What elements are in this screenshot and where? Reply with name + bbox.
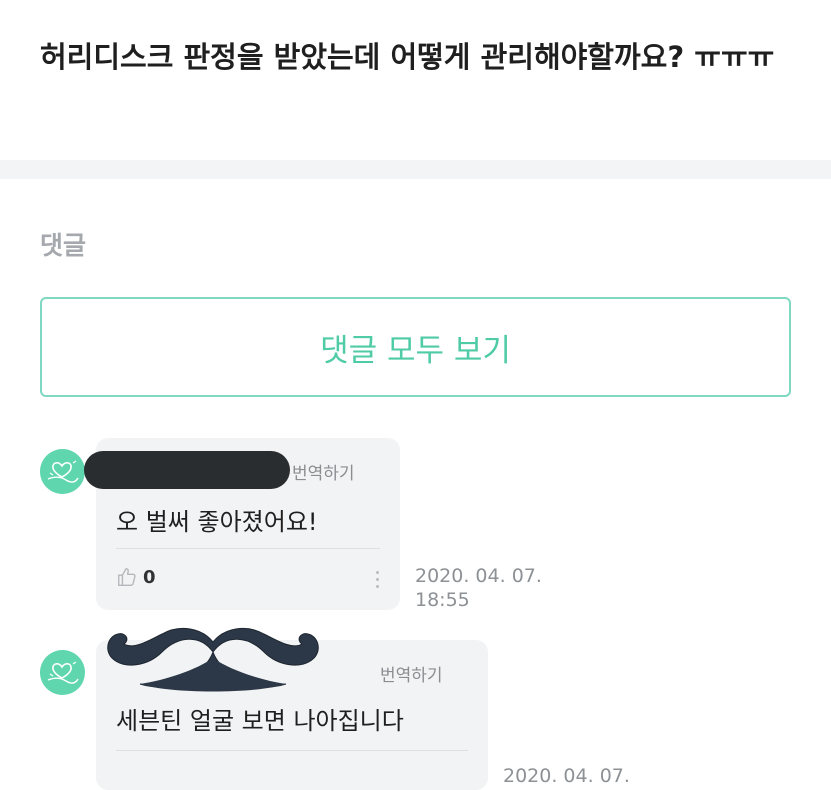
redacted-username	[84, 451, 290, 489]
comments-section-label: 댓글	[40, 231, 87, 260]
timestamp-date: 2020. 04. 07.	[503, 765, 630, 787]
translate-link[interactable]: 번역하기	[292, 459, 355, 484]
like-button[interactable]: 0	[116, 566, 156, 588]
heart-doodle-avatar-icon	[47, 460, 79, 483]
avatar[interactable]	[40, 650, 85, 695]
kebab-menu-icon[interactable]	[376, 571, 380, 592]
timestamp-date: 2020. 04. 07.	[415, 565, 542, 587]
view-all-comments-button[interactable]: 댓글 모두 보기	[40, 297, 791, 397]
heart-doodle-avatar-icon	[47, 661, 79, 684]
thumbs-up-icon	[118, 568, 136, 586]
translate-link[interactable]: 번역하기	[380, 661, 443, 686]
comment-timestamp: 2020. 04. 07.	[503, 764, 630, 788]
comment-timestamp: 2020. 04. 07. 18:55	[415, 564, 542, 612]
comment-divider	[116, 548, 380, 549]
comment-text: 세븐틴 얼굴 보면 나아집니다	[116, 707, 404, 735]
like-count: 0	[143, 566, 156, 588]
post-title: 허리디스크 판정을 받았는데 어떻게 관리해야할까요? ㅠㅠㅠ	[40, 40, 775, 74]
comment-divider	[116, 750, 468, 751]
mustache-redaction-icon	[107, 627, 319, 692]
comment-text: 오 벌써 좋아졌어요!	[116, 508, 318, 536]
section-divider	[0, 160, 831, 179]
timestamp-time: 18:55	[415, 589, 470, 611]
avatar[interactable]	[40, 449, 85, 494]
